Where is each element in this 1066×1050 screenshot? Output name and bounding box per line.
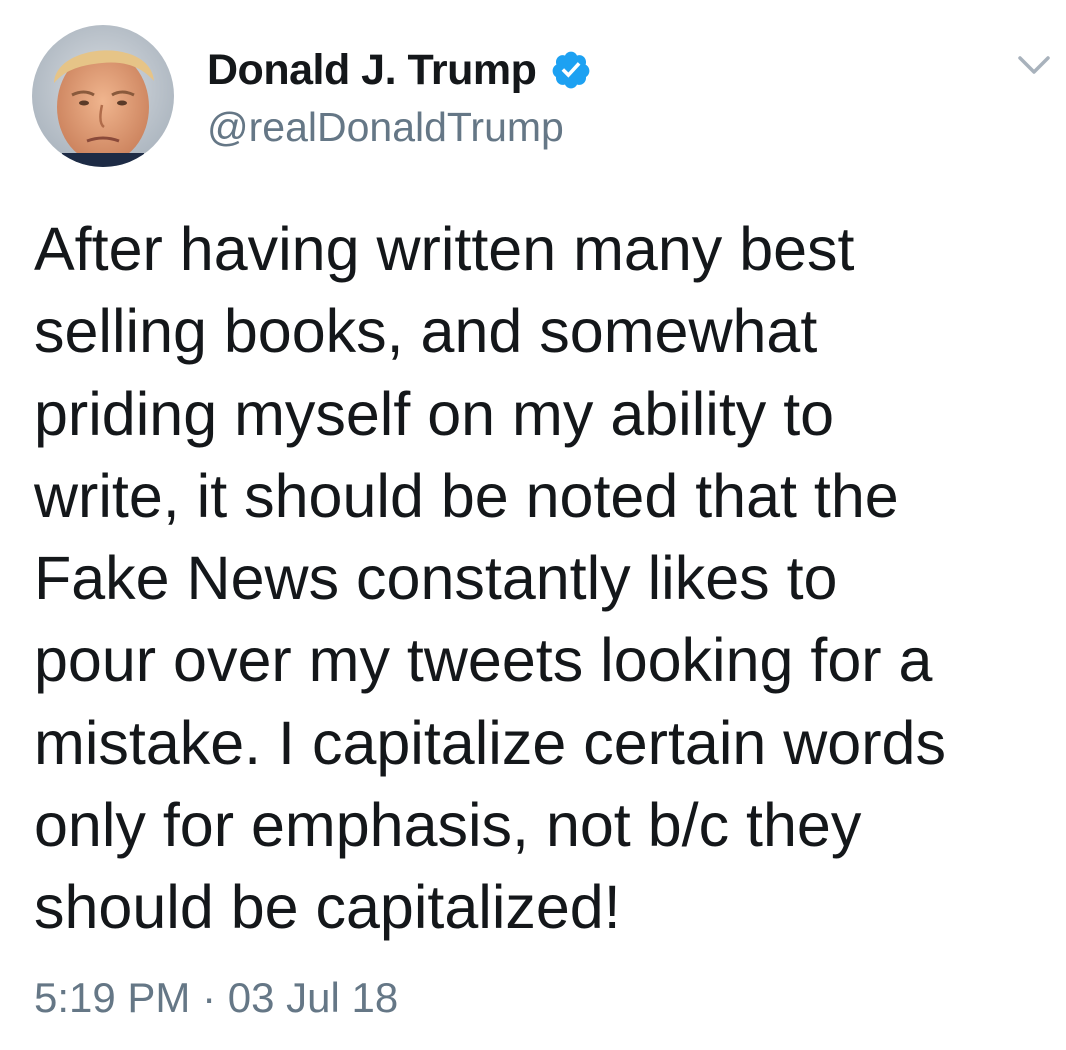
avatar[interactable] xyxy=(32,25,174,167)
avatar-image xyxy=(32,25,174,167)
tweet-text: After having written many best selling b… xyxy=(34,215,946,942)
user-handle[interactable]: @realDonaldTrump xyxy=(207,104,564,151)
tweet-card: Donald J. Trump @realDonaldTrump After h… xyxy=(0,0,1066,1050)
name-row[interactable]: Donald J. Trump xyxy=(207,42,592,98)
verified-badge-icon xyxy=(550,49,592,91)
display-name[interactable]: Donald J. Trump xyxy=(207,46,537,95)
tweet-timestamp[interactable]: 5:19 PM · 03 Jul 18 xyxy=(34,974,398,1022)
chevron-down-icon[interactable] xyxy=(1014,52,1054,78)
